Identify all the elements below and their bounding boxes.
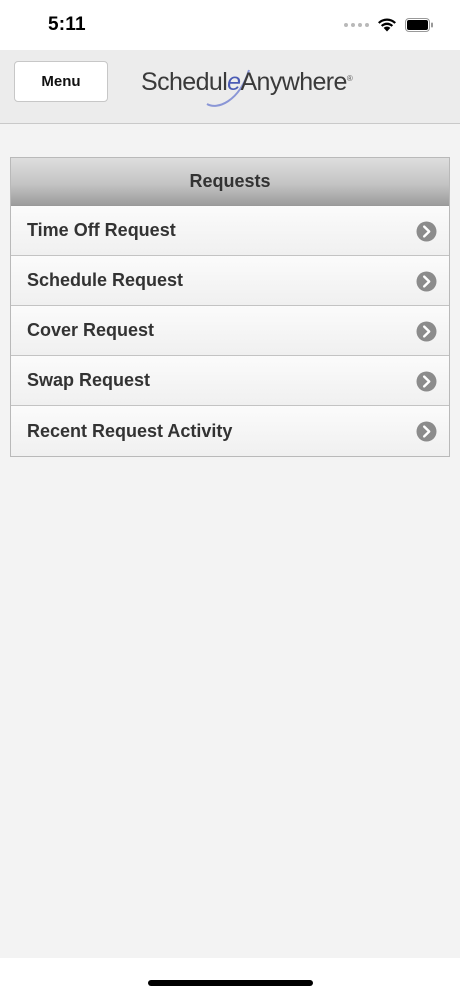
logo-part-3: Anywhere <box>240 68 347 96</box>
time-off-request-item[interactable]: Time Off Request <box>11 206 449 256</box>
logo-registered-mark: ® <box>346 74 353 83</box>
chevron-right-icon <box>416 271 437 292</box>
home-indicator[interactable] <box>148 980 313 986</box>
schedule-request-item[interactable]: Schedule Request <box>11 256 449 306</box>
requests-header: Requests <box>11 158 449 206</box>
home-indicator-area <box>0 958 460 996</box>
schedule-anywhere-logo: ScheduleAnywhere® <box>141 64 363 108</box>
recent-request-activity-item[interactable]: Recent Request Activity <box>11 406 449 456</box>
chevron-right-icon <box>416 371 437 392</box>
chevron-right-icon <box>416 321 437 342</box>
chevron-right-icon <box>416 221 437 242</box>
cellular-dots-icon <box>344 22 369 27</box>
cover-request-item[interactable]: Cover Request <box>11 306 449 356</box>
requests-list: Requests Time Off Request Schedule Reque… <box>10 157 450 457</box>
logo-part-2: e <box>227 68 241 96</box>
chevron-right-icon <box>416 421 437 442</box>
menu-button[interactable]: Menu <box>14 61 108 102</box>
logo-wordmark: ScheduleAnywhere® <box>141 68 353 97</box>
logo-part-1: Schedul <box>141 68 228 96</box>
wifi-icon <box>378 18 396 32</box>
request-item-label: Recent Request Activity <box>27 420 233 441</box>
request-item-label: Schedule Request <box>27 270 184 290</box>
request-item-label: Cover Request <box>27 320 155 340</box>
app-header: Menu ScheduleAnywhere® <box>0 50 460 124</box>
request-item-label: Swap Request <box>27 370 151 390</box>
status-bar: 5:11 <box>0 0 460 50</box>
request-item-label: Time Off Request <box>27 220 176 240</box>
battery-icon <box>405 17 433 32</box>
swap-request-item[interactable]: Swap Request <box>11 356 449 406</box>
status-icons <box>344 17 434 32</box>
app-screen: 5:11 Menu ScheduleAnywhere® Requests Tim… <box>0 0 460 996</box>
status-time: 5:11 <box>48 14 86 35</box>
